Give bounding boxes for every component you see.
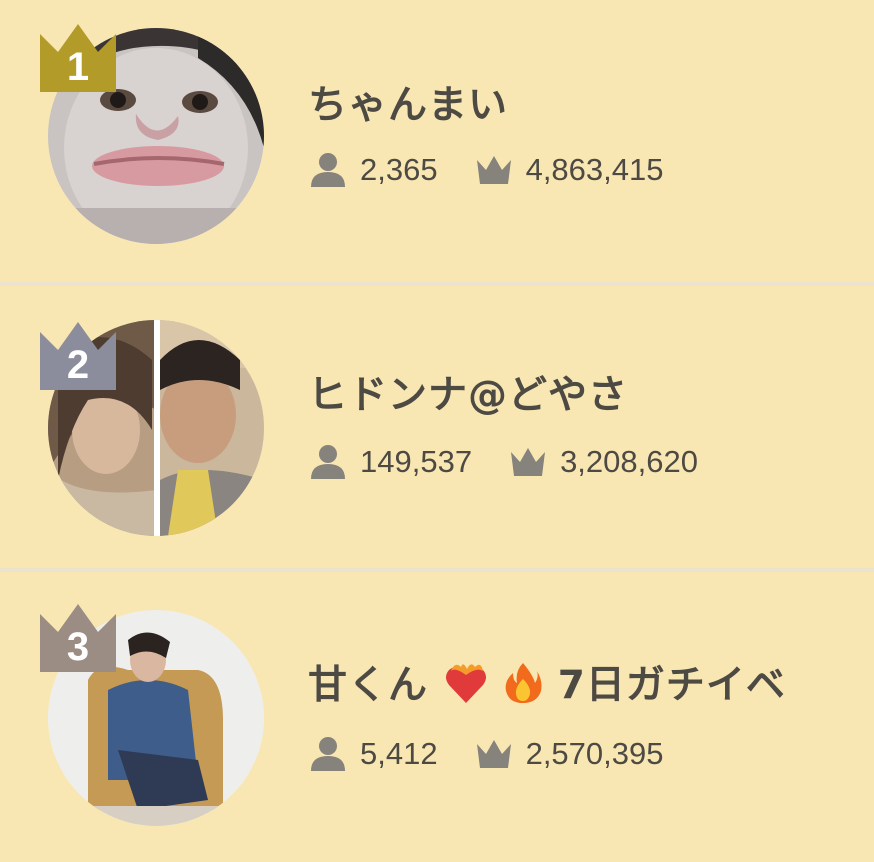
- person-icon: [308, 152, 348, 188]
- rank-number: 3: [66, 625, 90, 669]
- fire-emoji: [503, 661, 543, 715]
- followers-stat: 5,412: [308, 736, 438, 772]
- followers-stat: 149,537: [308, 444, 472, 480]
- ranking-row-2[interactable]: 2 ヒドンナ@どやさ 149,537 3,208,620: [0, 286, 874, 568]
- person-icon: [308, 444, 348, 480]
- crown-icon: [474, 736, 514, 772]
- followers-stat: 2,365: [308, 152, 438, 188]
- heart-on-fire-emoji: [443, 661, 489, 715]
- ranking-row-1[interactable]: 1 ちゃんまい 2,365 4,863,415: [0, 0, 874, 282]
- followers-count: 149,537: [360, 444, 473, 479]
- user-name: ヒドンナ@どやさ: [308, 373, 629, 418]
- points-stat: 4,863,415: [474, 152, 664, 188]
- points-count: 2,570,395: [525, 736, 664, 771]
- ranking-row-3[interactable]: 3 甘くん 7日ガチイベ 5,412 2,570,395: [0, 572, 874, 862]
- points-stat: 3,208,620: [508, 444, 698, 480]
- crown-icon: [474, 152, 514, 188]
- user-stats: 2,365 4,863,415: [308, 152, 664, 188]
- points-count: 4,863,415: [525, 152, 664, 187]
- followers-count: 5,412: [360, 736, 438, 771]
- ranking-list: 1 ちゃんまい 2,365 4,863,415 2 ヒドンナ@どやさ 149,5…: [0, 0, 874, 862]
- rank-crown-badge: 3: [36, 602, 120, 676]
- rank-number: 2: [66, 343, 90, 387]
- user-name: ちゃんまい: [308, 83, 509, 128]
- followers-count: 2,365: [360, 152, 438, 187]
- rank-crown-badge: 1: [36, 22, 120, 96]
- user-name: 甘くん 7日ガチイベ: [308, 654, 786, 715]
- crown-icon: [508, 444, 548, 480]
- user-stats: 5,412 2,570,395: [308, 736, 664, 772]
- points-count: 3,208,620: [560, 444, 698, 479]
- rank-number: 1: [66, 45, 90, 89]
- points-stat: 2,570,395: [474, 736, 664, 772]
- user-name-text: 甘くん: [308, 663, 429, 708]
- user-stats: 149,537 3,208,620: [308, 444, 698, 480]
- user-name-suffix: 7日ガチイベ: [557, 663, 786, 708]
- person-icon: [308, 736, 348, 772]
- rank-crown-badge: 2: [36, 320, 120, 394]
